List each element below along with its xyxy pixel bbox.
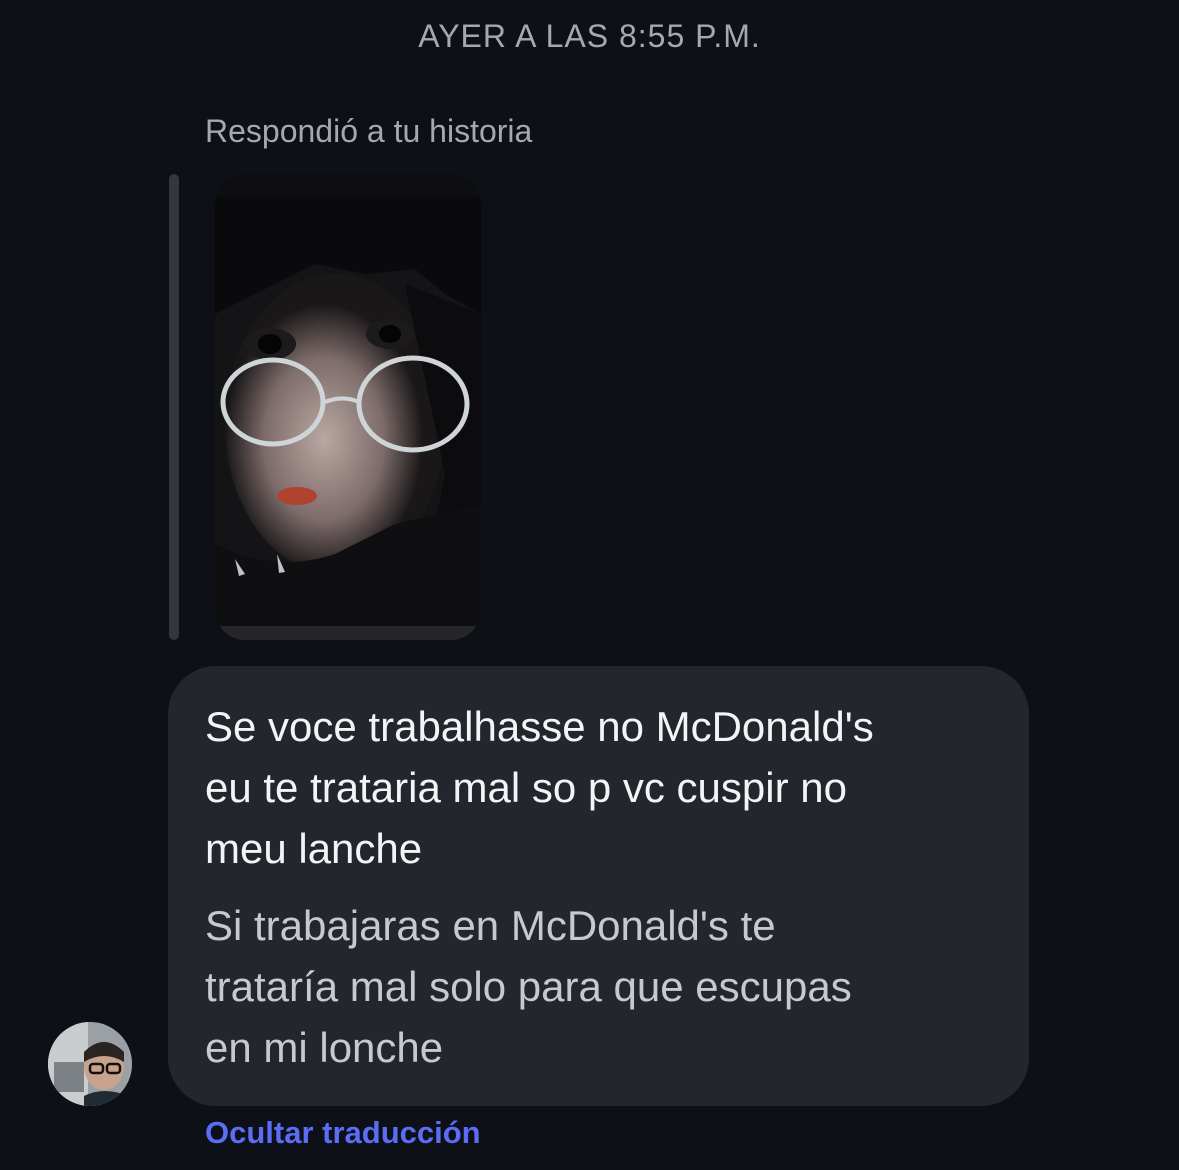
message-original-text: Se voce trabalhasse no McDonald's eu te …	[205, 703, 874, 872]
story-photo-image	[215, 174, 481, 640]
chat-thread: AYER A LAS 8:55 P.M. Respondió a tu hist…	[0, 0, 1179, 1170]
message-timestamp: AYER A LAS 8:55 P.M.	[418, 18, 761, 54]
story-reply-label: Respondió a tu historia	[205, 113, 533, 149]
story-thumbnail[interactable]	[215, 174, 481, 640]
message-translation-text: Si trabajaras en McDonald's te trataría …	[205, 902, 852, 1071]
hide-translation-link[interactable]: Ocultar traducción	[205, 1115, 481, 1151]
profile-photo-image	[48, 1022, 132, 1106]
sender-avatar[interactable]	[48, 1022, 132, 1106]
message-bubble[interactable]: Se voce trabalhasse no McDonald's eu te …	[168, 666, 1029, 1106]
reply-indicator-bar	[169, 174, 179, 640]
